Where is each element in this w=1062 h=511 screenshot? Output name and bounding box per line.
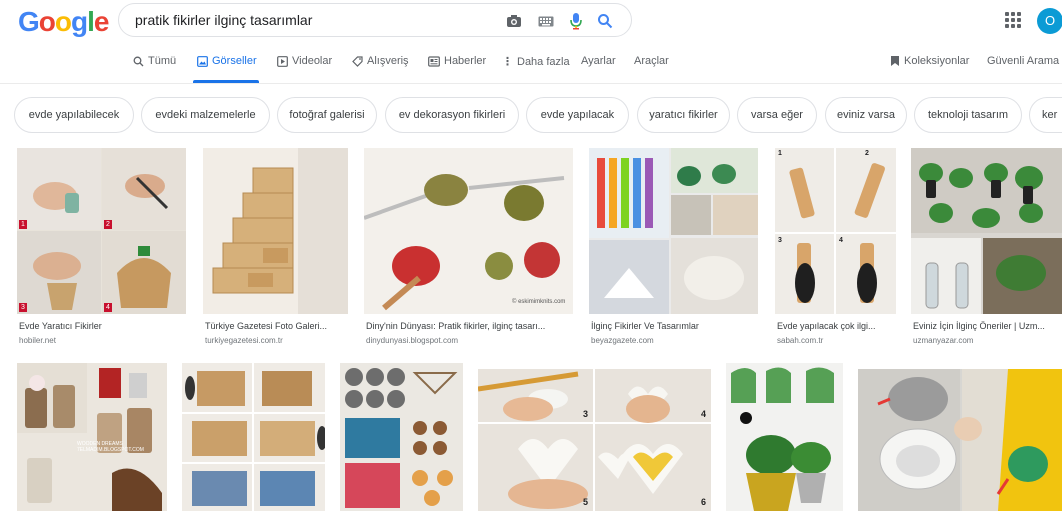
chip[interactable]: teknoloji tasarım	[914, 97, 1022, 133]
result-image[interactable]	[911, 148, 1062, 314]
result-image[interactable]	[182, 363, 325, 511]
image-watermark: © eskimimknits.com	[512, 299, 566, 305]
collections-link[interactable]: Koleksiyonlar	[890, 55, 969, 67]
tab-more[interactable]: ⋮ Daha fazla	[502, 55, 570, 69]
step-number-badge: 2	[104, 220, 112, 229]
step-number: 4	[701, 409, 707, 419]
tab-tools-label: Araçlar	[634, 55, 669, 67]
more-vert-icon: ⋮	[502, 56, 513, 68]
search-icon	[133, 56, 144, 66]
collections-label: Koleksiyonlar	[904, 55, 970, 67]
tab-news[interactable]: Haberler	[428, 55, 486, 67]
google-logo[interactable]: Google	[18, 6, 109, 38]
step-number: 4	[839, 237, 843, 244]
related-searches-chips: evde yapılabilecek evdeki malzemelerle f…	[0, 97, 1062, 133]
result-domain[interactable]: hobiler.net	[19, 336, 56, 345]
microphone-icon[interactable]	[567, 12, 585, 30]
tab-news-label: Haberler	[444, 55, 487, 67]
tab-videos-label: Videolar	[292, 55, 333, 67]
result-image[interactable]	[589, 148, 758, 314]
tab-tools[interactable]: Araçlar	[634, 55, 669, 67]
result-domain[interactable]: sabah.com.tr	[777, 336, 823, 345]
keyboard-icon[interactable]	[537, 12, 555, 30]
step-number: 1	[778, 150, 782, 157]
chip[interactable]: fotoğraf galerisi	[277, 97, 377, 133]
chip[interactable]: varsa eğer	[737, 97, 817, 133]
step-number: 2	[865, 150, 869, 157]
tab-images[interactable]: Görseller	[197, 55, 257, 67]
chip[interactable]: evde yapılabilecek	[14, 97, 134, 133]
result-title[interactable]: İlginç Fikirler Ve Tasarımlar	[591, 321, 760, 331]
image-icon	[197, 55, 208, 67]
step-number-badge: 4	[104, 303, 112, 312]
tab-all[interactable]: Tümü	[133, 55, 176, 67]
play-icon	[277, 55, 288, 67]
result-title[interactable]: Evde Yaratıcı Fikirler	[19, 321, 186, 331]
result-title[interactable]: Türkiye Gazetesi Foto Galeri...	[205, 321, 350, 331]
tab-videos[interactable]: Videolar	[277, 55, 332, 67]
result-image[interactable]: 3 4 5 6	[478, 369, 711, 511]
tab-all-label: Tümü	[148, 55, 177, 67]
newspaper-icon	[428, 55, 440, 67]
result-title[interactable]: Diny'nin Dünyası: Pratik fikirler, ilgin…	[366, 321, 574, 331]
result-image[interactable]: 1 2 3 4	[775, 148, 896, 314]
step-number-badge: 3	[19, 303, 27, 312]
tab-shopping[interactable]: Alışveriş	[352, 55, 409, 67]
result-image[interactable]	[726, 363, 843, 511]
apps-grid-icon[interactable]	[1005, 12, 1021, 28]
result-domain[interactable]: uzmanyazar.com	[913, 336, 973, 345]
safe-search-menu[interactable]: Güvenli Arama ▼	[987, 55, 1062, 67]
chip[interactable]: yaratıcı fikirler	[637, 97, 730, 133]
tag-icon	[352, 55, 363, 67]
result-image[interactable]	[203, 148, 348, 314]
camera-icon[interactable]	[505, 12, 523, 30]
image-watermark: WOODEN DREAMS 7ELMADIM.BLOGSPOT.COM	[77, 441, 144, 453]
result-domain[interactable]: dinydunyasi.blogspot.com	[366, 336, 458, 345]
chip[interactable]: eviniz varsa	[825, 97, 907, 133]
result-image[interactable]	[858, 369, 1062, 511]
result-domain[interactable]: turkiyegazetesi.com.tr	[205, 336, 283, 345]
safe-search-label: Güvenli Arama	[987, 55, 1060, 67]
search-box[interactable]: pratik fikirler ilginç tasarımlar	[118, 3, 632, 37]
tab-images-label: Görseller	[212, 55, 257, 67]
chip[interactable]: ev dekorasyon fikirleri	[385, 97, 519, 133]
result-image[interactable]	[340, 363, 463, 511]
tab-more-label: Daha fazla	[517, 55, 570, 68]
result-title[interactable]: Evde yapılacak çok ilgi...	[777, 321, 898, 331]
search-tabs: Tümü Görseller Videolar Alışveriş Haberl…	[0, 55, 1062, 79]
chip[interactable]: evde yapılacak	[526, 97, 629, 133]
search-input[interactable]: pratik fikirler ilginç tasarımlar	[135, 12, 312, 28]
search-icon[interactable]	[596, 12, 614, 30]
step-number-badge: 1	[19, 220, 27, 229]
chip[interactable]: ker	[1029, 97, 1062, 133]
tabs-divider	[0, 83, 1062, 84]
step-number: 3	[778, 237, 782, 244]
result-image[interactable]: 1 2 3 4	[17, 148, 186, 314]
chip[interactable]: evdeki malzemelerle	[141, 97, 270, 133]
step-number: 3	[583, 409, 589, 419]
step-number: 6	[701, 497, 707, 507]
result-title[interactable]: Eviniz İçin İlginç Öneriler | Uzm...	[913, 321, 1062, 331]
result-image[interactable]: WOODEN DREAMS 7ELMADIM.BLOGSPOT.COM	[17, 363, 167, 511]
step-number: 5	[583, 497, 589, 507]
result-image[interactable]: © eskimimknits.com	[364, 148, 573, 314]
tab-shopping-label: Alışveriş	[367, 55, 409, 67]
account-avatar[interactable]: O	[1037, 8, 1062, 34]
tab-settings-label: Ayarlar	[581, 55, 616, 67]
tab-settings[interactable]: Ayarlar	[581, 55, 616, 67]
result-domain[interactable]: beyazgazete.com	[591, 336, 654, 345]
bookmark-icon	[891, 56, 899, 66]
